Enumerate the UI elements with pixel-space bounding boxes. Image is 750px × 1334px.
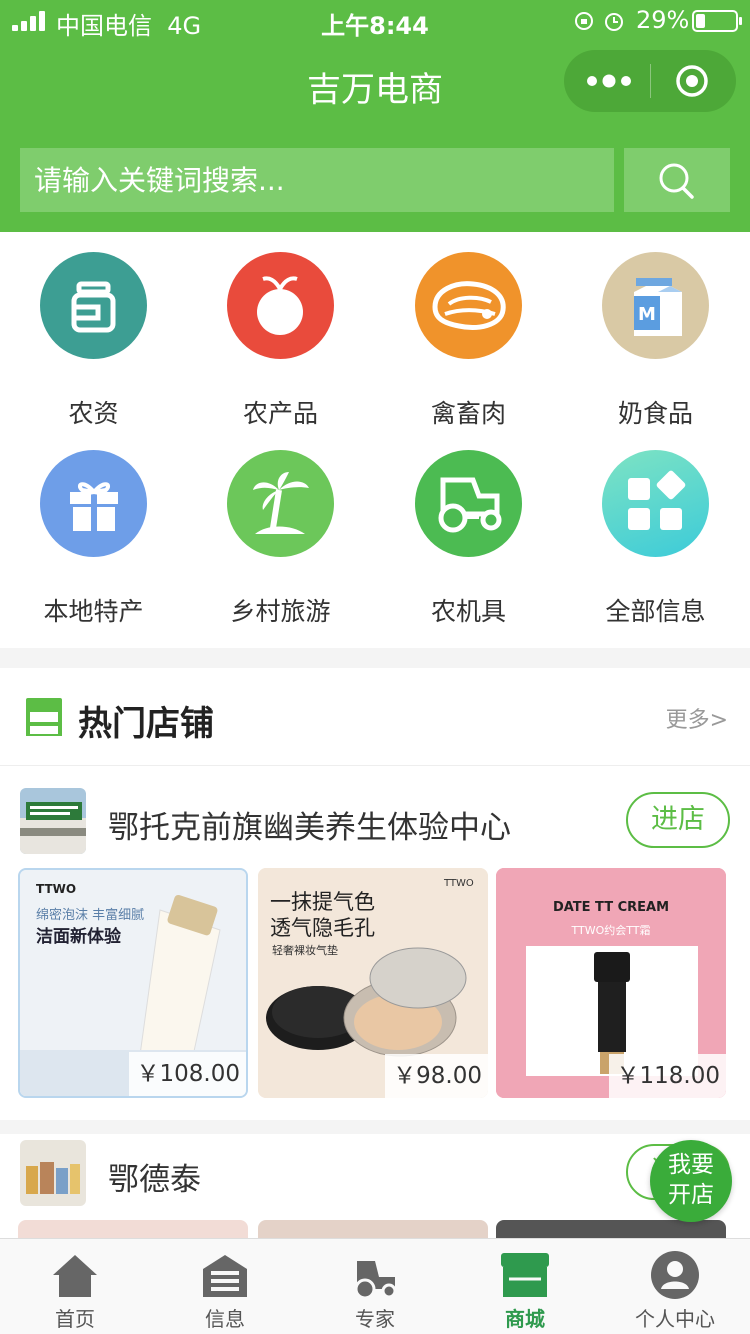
product-brand: TTWO <box>444 878 474 889</box>
product-tagline: TTWO约会TT霜 <box>571 924 651 937</box>
more-link[interactable]: 更多> <box>666 702 728 734</box>
steak-icon <box>415 252 522 359</box>
product-subtitle: 轻奢裸妆气垫 <box>272 944 338 957</box>
shop-name: 鄂德泰 <box>108 1162 201 1198</box>
product-price: ￥118.00 <box>608 1054 726 1098</box>
category-label: 农产品 <box>242 399 318 428</box>
product-tagline: 绵密泡沫 丰富细腻 <box>36 908 145 923</box>
product-card-peek <box>18 1220 248 1238</box>
palm-tree-icon <box>227 450 334 557</box>
category-item-agri-supplies[interactable]: 农资 <box>0 232 187 432</box>
category-grid: 农资 农产品 禽畜肉 M 奶食品 本地特产 乡村旅游 农机具 全部信息 <box>0 232 750 648</box>
shop-thumbnail <box>20 788 86 854</box>
product-headline: DATE TT CREAM <box>552 900 670 915</box>
section-header: 热门店铺 更多> <box>0 668 750 766</box>
product-tagline: 透气隐毛孔 <box>270 916 375 940</box>
shop-row[interactable]: 鄂托克前旗幽美养生体验中心 进店 <box>0 788 750 862</box>
tractor-icon <box>415 450 522 557</box>
news-icon <box>203 1255 247 1297</box>
tab-label: 个人中心 <box>635 1307 715 1331</box>
tab-mall[interactable]: 商城 <box>450 1239 600 1334</box>
status-bar: 中国电信 4G 上午8:44 29% <box>0 0 750 40</box>
store-icon <box>26 698 62 736</box>
section-title: 热门店铺 <box>78 704 214 744</box>
tab-label: 首页 <box>55 1307 95 1331</box>
open-shop-label-2: 开店 <box>668 1182 714 1208</box>
header: 中国电信 4G 上午8:44 29% 吉万电商 <box>0 0 750 232</box>
category-item-rural-tourism[interactable]: 乡村旅游 <box>187 430 374 630</box>
apple-icon <box>227 252 334 359</box>
category-label: 禽畜肉 <box>430 399 506 428</box>
hot-shops-section: 热门店铺 更多> 鄂托克前旗幽美养生体验中心 进店 TTWO 绵密泡沫 丰富细腻… <box>0 668 750 1238</box>
target-icon[interactable] <box>668 63 716 99</box>
category-label: 全部信息 <box>605 597 706 626</box>
mini-program-capsule <box>564 50 736 112</box>
svg-text:M: M <box>638 304 656 325</box>
battery-icon <box>692 10 742 32</box>
open-shop-button[interactable]: 我要 开店 <box>650 1140 732 1222</box>
category-label: 农资 <box>68 399 119 428</box>
product-card[interactable]: TTWO 绵密泡沫 丰富细腻 洁面新体验 ￥108.00 <box>18 868 248 1098</box>
product-brand: TTWO <box>36 882 77 896</box>
product-card[interactable]: 一抹提气色 透气隐毛孔 轻奢裸妆气垫 TTWO ￥98.00 <box>258 868 488 1098</box>
page: 中国电信 4G 上午8:44 29% 吉万电商 请输入关键词搜索... 农资 农… <box>0 0 750 1334</box>
category-item-all-info[interactable]: 全部信息 <box>562 430 749 630</box>
capsule-divider <box>650 64 651 98</box>
tab-label: 信息 <box>205 1307 245 1331</box>
tab-bar: 首页 信息 专家 商城 个人中心 <box>0 1238 750 1334</box>
category-label: 本地特产 <box>43 597 144 626</box>
tab-home[interactable]: 首页 <box>0 1239 150 1334</box>
category-item-produce[interactable]: 农产品 <box>187 232 374 432</box>
open-shop-label-1: 我要 <box>668 1152 714 1178</box>
shop-row[interactable]: 鄂德泰 进店 <box>0 1140 750 1214</box>
section-divider <box>0 1120 750 1134</box>
user-icon <box>651 1251 699 1299</box>
product-price: ￥108.00 <box>128 1052 246 1096</box>
category-label: 乡村旅游 <box>230 597 331 626</box>
category-item-dairy[interactable]: M 奶食品 <box>562 232 749 432</box>
gift-icon <box>40 450 147 557</box>
shop-name: 鄂托克前旗幽美养生体验中心 <box>108 810 511 846</box>
category-item-meat[interactable]: 禽畜肉 <box>375 232 562 432</box>
apps-icon <box>602 450 709 557</box>
more-dots-icon[interactable] <box>582 67 638 95</box>
store-icon <box>501 1253 549 1297</box>
shop-thumbnail <box>20 1140 86 1206</box>
category-label: 奶食品 <box>617 399 693 428</box>
product-card-peek <box>496 1220 726 1238</box>
enter-shop-button[interactable]: 进店 <box>626 792 730 848</box>
tab-expert[interactable]: 专家 <box>300 1239 450 1334</box>
alarm-lock-icon <box>575 12 623 31</box>
milk-carton-icon: M <box>602 252 709 359</box>
product-headline: 洁面新体验 <box>36 927 121 947</box>
product-card[interactable]: DATE TT CREAM TTWO约会TT霜 ￥118.00 <box>496 868 726 1098</box>
category-item-farm-machinery[interactable]: 农机具 <box>375 430 562 630</box>
product-card-peek <box>258 1220 488 1238</box>
search-button[interactable] <box>624 148 730 212</box>
search-input[interactable] <box>20 148 614 212</box>
search-icon <box>659 163 694 199</box>
tractor-icon <box>354 1261 397 1300</box>
tab-profile[interactable]: 个人中心 <box>600 1239 750 1334</box>
battery-percent: 29% <box>636 6 690 34</box>
tab-label: 商城 <box>505 1307 545 1331</box>
home-icon <box>53 1255 97 1297</box>
bottle-icon <box>40 252 147 359</box>
category-label: 农机具 <box>430 597 506 626</box>
category-item-local-specialty[interactable]: 本地特产 <box>0 430 187 630</box>
tab-info[interactable]: 信息 <box>150 1239 300 1334</box>
product-price: ￥98.00 <box>385 1054 488 1098</box>
tab-label: 专家 <box>355 1307 395 1331</box>
